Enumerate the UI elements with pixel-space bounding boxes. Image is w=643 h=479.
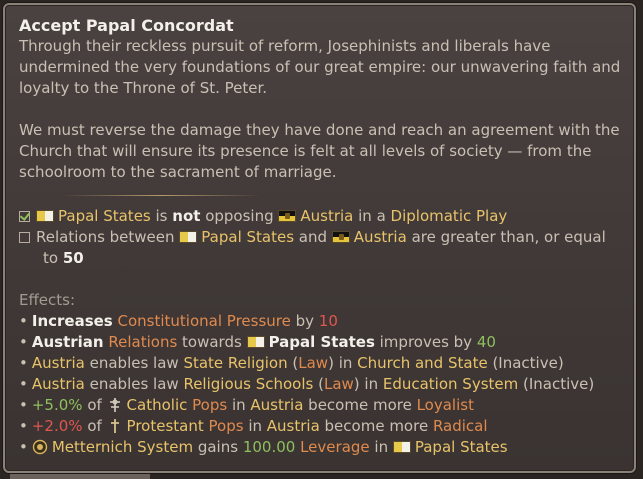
religion-link[interactable]: Catholic xyxy=(127,396,188,414)
effect-row: • Austria enables law State Religion (Law… xyxy=(19,354,564,372)
austria-flag-icon xyxy=(331,231,350,243)
country-link[interactable]: Austria xyxy=(32,354,85,372)
country-link[interactable]: Austria xyxy=(250,396,303,414)
description-paragraph-2: We must reverse the damage they have don… xyxy=(19,120,624,183)
concept-link[interactable]: Loyalist xyxy=(417,396,474,414)
section-divider xyxy=(61,195,261,196)
effect-row: • Increases Constitutional Pressure by 10 xyxy=(19,312,338,330)
effect-row: • +5.0% of Catholic Pops in Austria becom… xyxy=(19,396,474,414)
concept-link[interactable]: Relations xyxy=(108,333,177,351)
description-line: undermined the very foundations of our g… xyxy=(19,58,621,76)
effect-row: • Austria enables law Religious Schools (… xyxy=(19,375,595,393)
law-group-link[interactable]: Church and State xyxy=(357,354,488,372)
law-link[interactable]: State Religion xyxy=(183,354,287,372)
religion-link[interactable]: Protestant xyxy=(127,417,204,435)
country-link[interactable]: Papal States xyxy=(201,228,294,246)
concept-link[interactable]: Pops xyxy=(209,417,244,435)
effects-header: Effects: xyxy=(19,291,76,309)
agenda-link[interactable]: Metternich System xyxy=(52,438,193,456)
concept-link[interactable]: Leverage xyxy=(300,438,370,456)
effect-row: • Metternich System gains 100.00 Leverage… xyxy=(19,438,508,456)
checkbox-checked-icon xyxy=(19,211,30,222)
country-link[interactable]: Papal States xyxy=(269,333,375,351)
country-link[interactable]: Austria xyxy=(300,207,353,225)
concept-link[interactable]: Radical xyxy=(433,417,488,435)
effect-row: • Austrian Relations towards Papal States… xyxy=(19,333,496,351)
papal-states-flag-icon xyxy=(392,441,411,453)
law-link[interactable]: Religious Schools xyxy=(183,375,313,393)
law-group-link[interactable]: Education System xyxy=(383,375,518,393)
description-line: Through their reckless pursuit of reform… xyxy=(19,37,551,55)
condition-row: Relations between Papal States and Austr… xyxy=(19,227,624,248)
description-line: loyalty to the Throne of St. Peter. xyxy=(19,79,268,97)
description-line: Church that will ensure its presence is … xyxy=(19,142,592,160)
country-link[interactable]: Papal States xyxy=(58,207,151,225)
description-paragraph-1: Through their reckless pursuit of reform… xyxy=(19,36,624,99)
description-line: We must reverse the damage they have don… xyxy=(19,121,620,139)
concept-link[interactable]: Constitutional Pressure xyxy=(118,312,291,330)
decision-tooltip: Accept Papal Concordat Through their rec… xyxy=(3,3,636,473)
austria-flag-icon xyxy=(278,210,297,222)
laurel-emblem-icon xyxy=(32,439,48,455)
country-link[interactable]: Austria xyxy=(267,417,320,435)
concept-link[interactable]: Pops xyxy=(192,396,227,414)
papal-states-flag-icon xyxy=(246,336,265,348)
underlying-panel-edge xyxy=(10,474,150,479)
condition-row-continued: to 50 xyxy=(43,249,84,267)
condition-row: Papal States is not opposing Austria in … xyxy=(19,206,624,227)
country-link[interactable]: Austria xyxy=(354,228,407,246)
catholic-cross-icon xyxy=(109,398,120,412)
effect-row: • +2.0% of Protestant Pops in Austria bec… xyxy=(19,417,488,435)
concept-link[interactable]: Diplomatic Play xyxy=(391,207,508,225)
tooltip-title: Accept Papal Concordat xyxy=(19,16,234,35)
protestant-cross-icon xyxy=(110,419,119,433)
checkbox-unchecked-icon xyxy=(19,232,30,243)
country-link[interactable]: Papal States xyxy=(415,438,508,456)
country-link[interactable]: Austria xyxy=(32,375,85,393)
description-line: schoolroom to the sacrament of marriage. xyxy=(19,163,337,181)
papal-states-flag-icon xyxy=(179,231,198,243)
papal-states-flag-icon xyxy=(36,210,54,222)
